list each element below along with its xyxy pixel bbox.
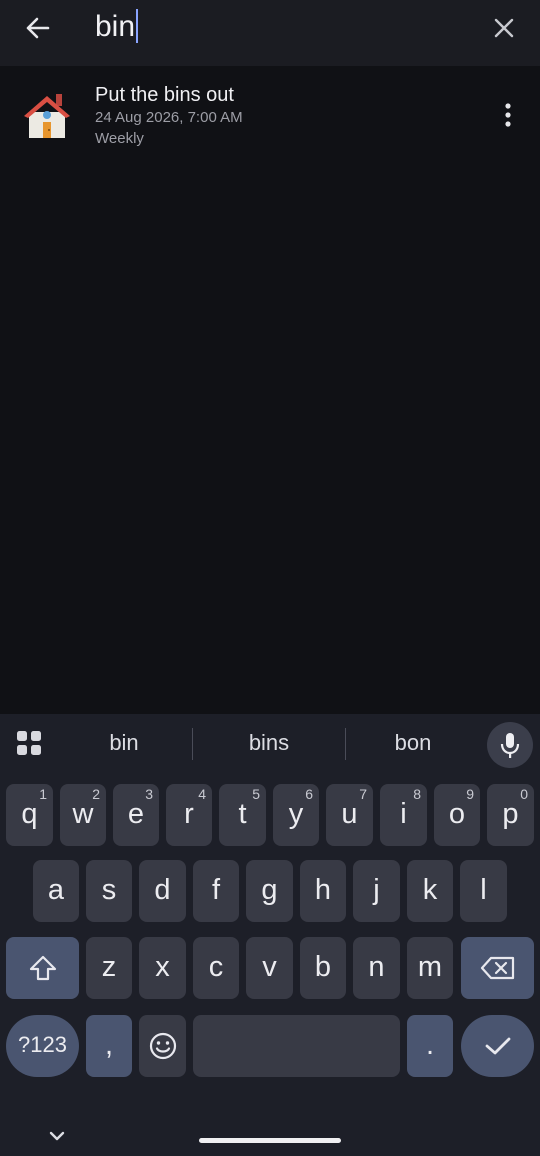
microphone-icon [500, 733, 520, 758]
key-m[interactable]: m [407, 937, 453, 999]
key-x[interactable]: x [139, 937, 186, 999]
key-label: o [448, 798, 466, 830]
key-label: p [502, 798, 519, 830]
key-f[interactable]: f [193, 860, 239, 922]
comma-key[interactable]: , [86, 1015, 132, 1077]
key-a[interactable]: a [33, 860, 79, 922]
suggestion-divider [192, 728, 193, 760]
symbols-key[interactable]: ?123 [6, 1015, 79, 1077]
checkmark-icon [485, 1037, 510, 1055]
house-icon [20, 88, 74, 142]
key-n[interactable]: n [353, 937, 400, 999]
search-bar: bin [0, 0, 540, 66]
gesture-home-bar[interactable] [199, 1138, 341, 1143]
key-t[interactable]: t5 [219, 784, 266, 846]
close-icon [494, 18, 514, 38]
key-j[interactable]: j [353, 860, 400, 922]
arrow-back-icon [26, 17, 50, 39]
done-key[interactable] [461, 1015, 534, 1077]
task-repeat: Weekly [95, 130, 144, 147]
key-hint: 1 [39, 786, 47, 802]
key-label: t [238, 798, 247, 830]
key-label: w [72, 798, 94, 830]
key-h[interactable]: h [300, 860, 346, 922]
key-hint: 5 [252, 786, 260, 802]
key-hint: 7 [359, 786, 367, 802]
key-o[interactable]: o9 [434, 784, 480, 846]
suggestion-bar: bin bins bon [0, 714, 540, 774]
task-title: Put the bins out [95, 84, 234, 106]
grid-icon [17, 731, 41, 755]
key-z[interactable]: z [86, 937, 132, 999]
key-p[interactable]: p0 [487, 784, 534, 846]
task-datetime: 24 Aug 2026, 7:00 AM [95, 109, 243, 126]
key-s[interactable]: s [86, 860, 132, 922]
key-q[interactable]: q1 [6, 784, 53, 846]
key-i[interactable]: i8 [380, 784, 427, 846]
key-hint: 8 [413, 786, 421, 802]
key-label: i [400, 798, 407, 830]
key-k[interactable]: k [407, 860, 453, 922]
key-hint: 6 [305, 786, 313, 802]
list-item[interactable]: Put the bins out 24 Aug 2026, 7:00 AM We… [0, 72, 540, 162]
key-d[interactable]: d [139, 860, 186, 922]
more-vert-icon [505, 103, 511, 127]
key-label: e [127, 798, 145, 830]
space-key[interactable] [193, 1015, 400, 1077]
suggestion-divider [345, 728, 346, 760]
backspace-icon [480, 956, 514, 980]
shift-icon [29, 955, 56, 981]
key-y[interactable]: y6 [273, 784, 319, 846]
text-caret [136, 9, 139, 43]
soft-keyboard: bin bins bon q1 w2 e3 r4 t5 y6 u7 i8 o9 … [0, 714, 540, 1156]
suggestion-item[interactable]: bins [214, 730, 324, 756]
key-r[interactable]: r4 [166, 784, 212, 846]
search-query-text: bin [95, 10, 136, 43]
emoji-key[interactable] [139, 1015, 186, 1077]
chevron-down-icon [49, 1131, 65, 1141]
key-hint: 4 [198, 786, 206, 802]
suggestion-item[interactable]: bon [358, 730, 468, 756]
key-label: q [21, 798, 38, 830]
more-options-button[interactable] [496, 100, 520, 130]
shift-key[interactable] [6, 937, 79, 999]
key-u[interactable]: u7 [326, 784, 373, 846]
key-hint: 0 [520, 786, 528, 802]
period-key[interactable]: . [407, 1015, 453, 1077]
key-e[interactable]: e3 [113, 784, 159, 846]
search-input[interactable]: bin [95, 8, 139, 48]
key-b[interactable]: b [300, 937, 346, 999]
back-button[interactable] [18, 10, 58, 46]
key-g[interactable]: g [246, 860, 293, 922]
backspace-key[interactable] [461, 937, 534, 999]
key-hint: 9 [466, 786, 474, 802]
hide-keyboard-button[interactable] [44, 1126, 70, 1146]
key-l[interactable]: l [460, 860, 507, 922]
key-hint: 2 [92, 786, 100, 802]
key-label: r [184, 798, 194, 830]
voice-input-button[interactable] [487, 722, 533, 768]
key-v[interactable]: v [246, 937, 293, 999]
key-c[interactable]: c [193, 937, 239, 999]
suggestion-item[interactable]: bin [69, 730, 179, 756]
key-label: u [341, 798, 358, 830]
keyboard-apps-button[interactable] [14, 728, 44, 758]
emoji-icon [149, 1032, 176, 1060]
key-label: y [288, 798, 304, 830]
key-hint: 3 [145, 786, 153, 802]
clear-search-button[interactable] [490, 14, 518, 42]
key-w[interactable]: w2 [60, 784, 106, 846]
